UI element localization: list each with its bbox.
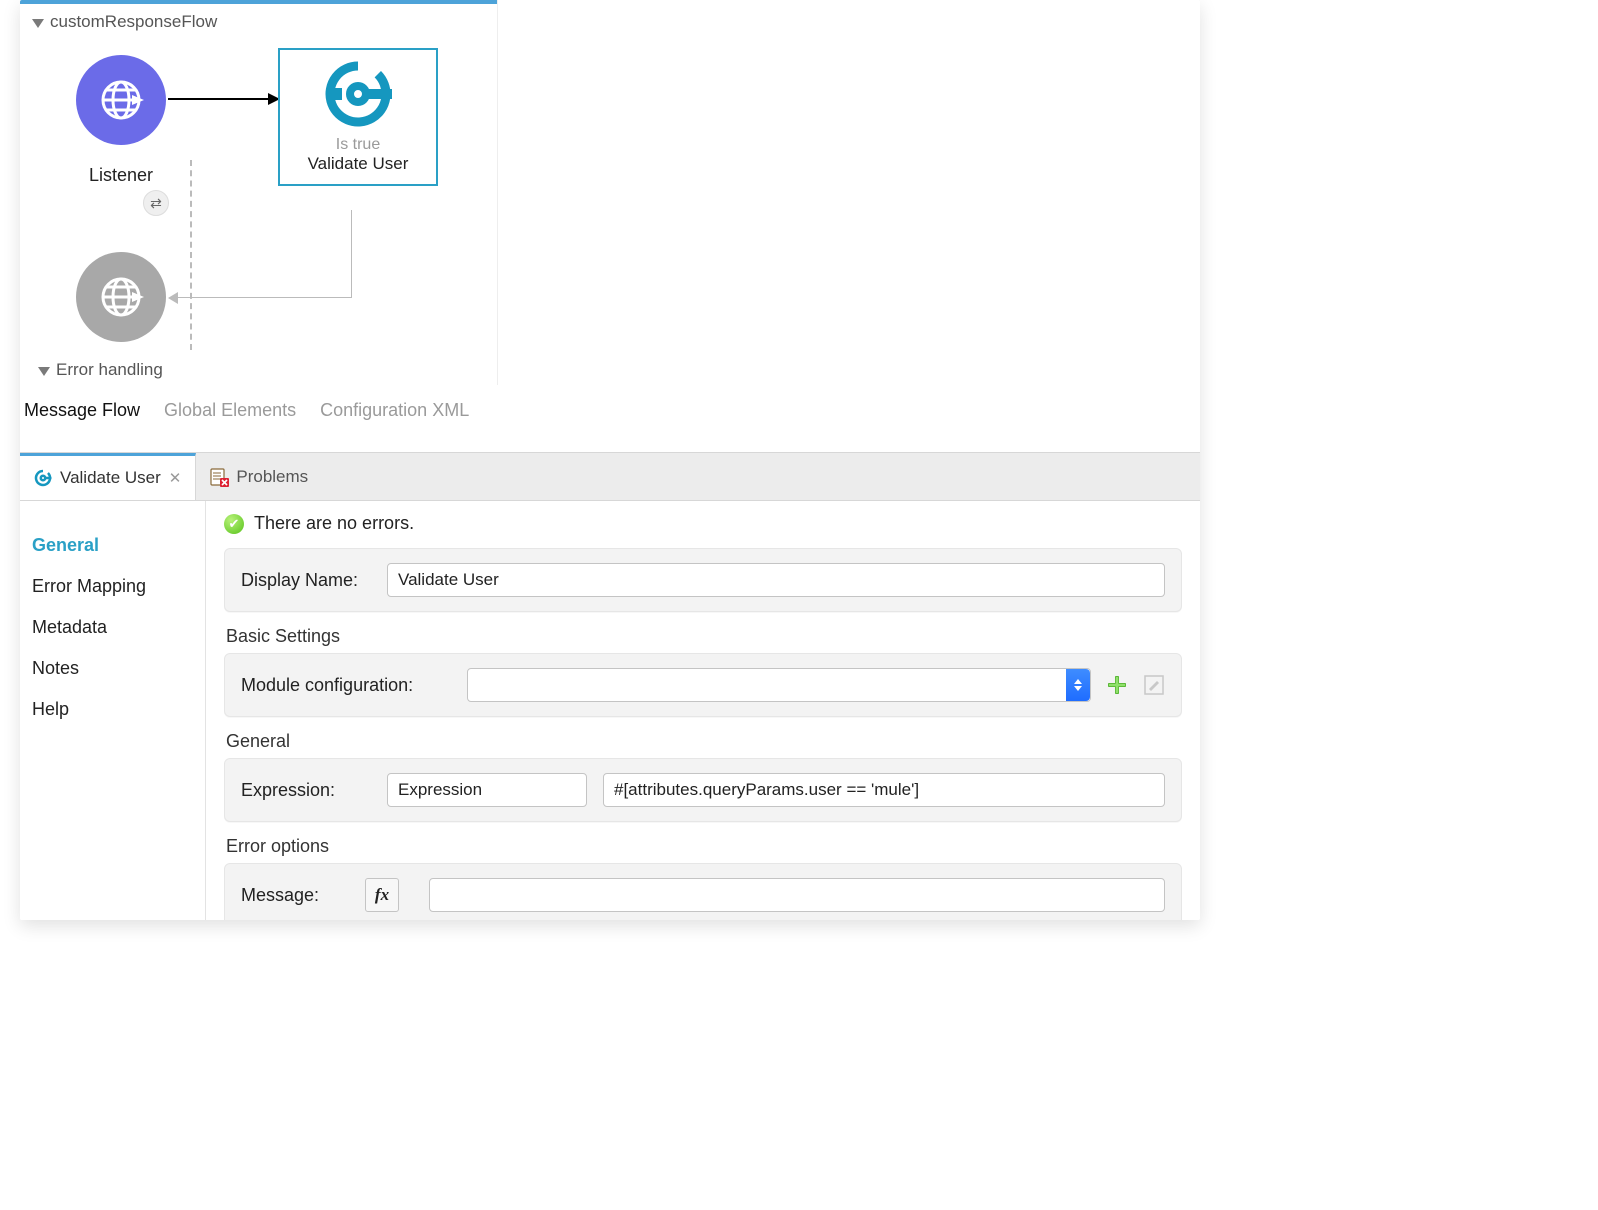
edit-config-button[interactable] [1143,674,1165,696]
expression-input[interactable] [603,773,1165,807]
side-nav-metadata[interactable]: Metadata [32,607,193,648]
module-config-label: Module configuration: [241,675,451,696]
validation-module-icon [34,469,52,487]
group-general: Expression: Expression [224,758,1182,822]
side-nav-error-mapping[interactable]: Error Mapping [32,566,193,607]
editor-tab-bar: Message Flow Global Elements Configurati… [20,394,473,427]
add-config-button[interactable] [1107,675,1127,695]
ok-check-icon: ✔ [224,514,244,534]
side-nav-notes[interactable]: Notes [32,648,193,689]
group-basic-settings: Module configuration: [224,653,1182,717]
message-input[interactable] [429,878,1165,912]
expression-mode-select[interactable]: Expression [387,773,587,807]
edit-pencil-icon [1144,675,1164,695]
select-stepper-icon [492,775,586,805]
node-listener[interactable]: ⇄ Listener [66,55,176,186]
group-display-name: Display Name: [224,548,1182,612]
node-validate-user[interactable]: Is true Validate User [278,48,438,186]
status-text: There are no errors. [254,513,414,534]
error-handling-section[interactable]: Error handling [38,360,163,380]
panel-tab-validate-user[interactable]: Validate User ✕ [20,453,196,500]
validate-label: Validate User [286,154,430,174]
listener-label: Listener [66,165,176,186]
display-name-label: Display Name: [241,570,371,591]
node-error-response[interactable] [66,252,176,342]
close-icon[interactable]: ✕ [169,469,182,487]
tab-message-flow[interactable]: Message Flow [24,400,140,421]
plus-icon [1107,675,1127,695]
error-response-icon [76,252,166,342]
expression-label: Expression: [241,780,371,801]
flow-canvas[interactable]: customResponseFlow ⇄ Listener [20,0,498,385]
panel-tab-label: Problems [236,467,308,487]
tab-configuration-xml[interactable]: Configuration XML [320,400,469,421]
problems-icon [210,468,228,486]
app-frame: customResponseFlow ⇄ Listener [20,0,1200,920]
exchange-badge-icon: ⇄ [143,190,169,216]
collapse-triangle-icon[interactable] [38,367,50,376]
error-options-title: Error options [224,836,1182,863]
validation-status: ✔ There are no errors. [224,511,1182,548]
fx-toggle-button[interactable]: fx [365,878,399,912]
tab-global-elements[interactable]: Global Elements [164,400,296,421]
select-stepper-icon [1066,669,1090,701]
connector-arrow [168,98,278,100]
properties-side-nav: General Error Mapping Metadata Notes Hel… [20,501,206,920]
panel-tab-label: Validate User [60,468,161,488]
properties-form: ✔ There are no errors. Display Name: Bas… [206,501,1200,920]
panel-tab-problems[interactable]: Problems [196,453,322,500]
flow-name: customResponseFlow [50,12,217,32]
error-handling-label: Error handling [56,360,163,380]
properties-panel: Validate User ✕ Problems [20,452,1200,920]
listener-icon [76,55,166,145]
panel-tab-bar: Validate User ✕ Problems [20,453,1200,501]
panel-body: General Error Mapping Metadata Notes Hel… [20,501,1200,920]
message-label: Message: [241,885,349,906]
expression-mode-value: Expression [398,780,492,800]
side-nav-help[interactable]: Help [32,689,193,730]
module-config-select[interactable] [467,668,1091,702]
connector-horizontal [176,297,352,298]
group-error-options: Message: fx [224,863,1182,920]
validate-icon [322,58,394,130]
side-nav-general[interactable]: General [32,525,193,566]
validate-subtitle: Is true [286,136,430,154]
basic-settings-title: Basic Settings [224,626,1182,653]
collapse-triangle-icon[interactable] [32,19,44,28]
globe-arrow-grey-icon [96,272,146,322]
display-name-input[interactable] [387,563,1165,597]
globe-arrow-icon [96,75,146,125]
general-section-title: General [224,731,1182,758]
connector-down [351,210,352,298]
flow-header[interactable]: customResponseFlow [20,4,497,40]
flow-divider-dashed [190,160,192,350]
validation-module-icon [322,58,394,130]
